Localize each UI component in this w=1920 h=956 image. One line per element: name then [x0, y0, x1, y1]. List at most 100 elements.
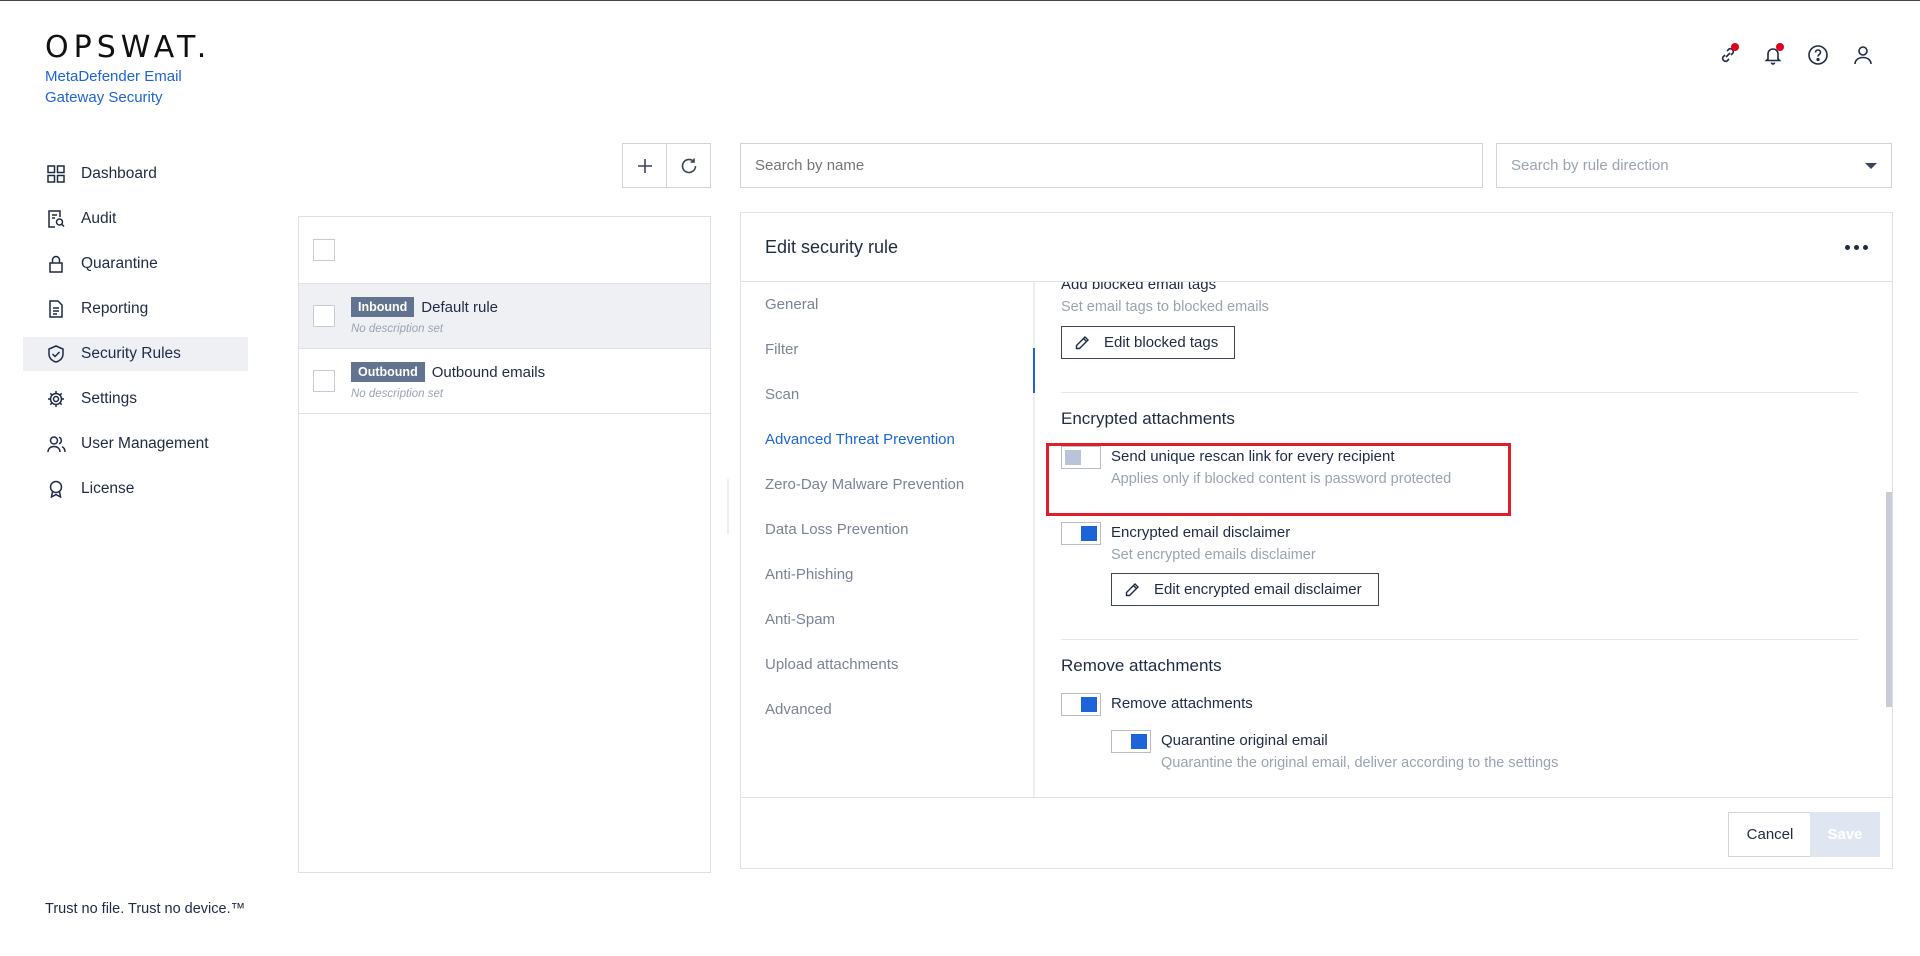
audit-icon [46, 209, 66, 229]
tab-anti-phishing[interactable]: Anti-Phishing [741, 552, 1033, 597]
sidebar-item-security-rules[interactable]: Security Rules [23, 337, 248, 371]
rescan-link-subtitle: Applies only if blocked content is passw… [1111, 471, 1452, 487]
select-all-checkbox[interactable] [313, 239, 335, 261]
encrypted-disclaimer-label: Encrypted email disclaimer [1111, 524, 1291, 541]
sidebar-item-quarantine[interactable]: Quarantine [23, 247, 248, 281]
plus-icon [637, 158, 652, 173]
rule-row[interactable]: Outbound Outbound emails No description … [299, 349, 710, 414]
footer-tagline: Trust no file. Trust no device.™ [45, 901, 246, 917]
sidebar-item-label: Audit [81, 210, 117, 227]
quarantine-original-subtitle: Quarantine the original email, deliver a… [1161, 755, 1559, 771]
tab-anti-spam[interactable]: Anti-Spam [741, 597, 1033, 642]
gear-icon [46, 389, 66, 409]
rule-name: Outbound emails [431, 363, 546, 381]
encrypted-disclaimer-subtitle: Set encrypted emails disclaimer [1111, 547, 1316, 563]
sidebar-item-label: Settings [81, 390, 138, 407]
sidebar-item-label: Quarantine [81, 255, 158, 272]
rule-list-header [299, 217, 710, 284]
rule-checkbox[interactable] [313, 370, 335, 392]
refresh-button[interactable] [666, 143, 711, 188]
shield-check-icon [46, 344, 66, 364]
add-rule-button[interactable] [622, 143, 667, 188]
rule-name: Default rule [421, 298, 499, 316]
rule-list: Inbound Default rule No description set … [298, 216, 711, 873]
sidebar-item-label: License [81, 480, 135, 497]
toggle-knob [1081, 526, 1097, 541]
rule-direction-placeholder: Search by rule direction [1511, 157, 1669, 174]
rule-checkbox[interactable] [313, 305, 335, 327]
tab-advanced-threat-prevention[interactable]: Advanced Threat Prevention [741, 417, 1033, 462]
award-icon [46, 479, 66, 499]
sidebar-item-reporting[interactable]: Reporting [23, 292, 248, 326]
tab-zero-day-malware-prevention[interactable]: Zero-Day Malware Prevention [741, 462, 1033, 507]
toggle-knob [1065, 450, 1081, 465]
bell-icon[interactable] [1759, 41, 1786, 68]
more-options-icon[interactable] [1845, 244, 1868, 250]
sidebar-item-license[interactable]: License [23, 472, 248, 506]
editor-header: Edit security rule [741, 213, 1892, 282]
cancel-button[interactable]: Cancel [1728, 812, 1812, 857]
editor-tabs: General Filter Scan Advanced Threat Prev… [741, 282, 1035, 797]
header-actions [1714, 41, 1876, 68]
edit-blocked-tags-button[interactable]: Edit blocked tags [1061, 326, 1236, 359]
tab-upload-attachments[interactable]: Upload attachments [741, 642, 1033, 687]
search-by-name-input[interactable] [740, 143, 1483, 188]
section-divider [1061, 392, 1858, 393]
tab-advanced[interactable]: Advanced [741, 687, 1033, 732]
edit-encrypted-disclaimer-button[interactable]: Edit encrypted email disclaimer [1111, 573, 1379, 606]
blocked-tags-title: Add blocked email tags [1061, 282, 1217, 293]
blocked-tags-subtitle: Set email tags to blocked emails [1061, 299, 1269, 315]
rescan-link-toggle[interactable] [1061, 446, 1101, 469]
direction-badge: Inbound [351, 297, 415, 317]
editor-title: Edit security rule [765, 236, 899, 257]
encrypted-attachments-title: Encrypted attachments [1061, 409, 1235, 428]
product-name-line2: Gateway Security [45, 89, 163, 106]
pencil-icon [1074, 335, 1090, 351]
panel-resize-handle[interactable] [727, 479, 729, 534]
report-icon [46, 299, 66, 319]
quarantine-original-label: Quarantine original email [1161, 732, 1328, 749]
opswat-logo: OPSWAT. [45, 30, 212, 65]
rule-list-toolbar [622, 143, 711, 188]
edit-encrypted-disclaimer-label: Edit encrypted email disclaimer [1154, 581, 1362, 598]
toggle-knob [1131, 734, 1147, 749]
rule-description: No description set [351, 388, 444, 400]
tab-data-loss-prevention[interactable]: Data Loss Prevention [741, 507, 1033, 552]
content-scrollbar[interactable] [1886, 282, 1894, 797]
direction-badge: Outbound [351, 362, 425, 382]
edit-blocked-tags-label: Edit blocked tags [1104, 334, 1219, 351]
scrollbar-thumb[interactable] [1886, 492, 1892, 707]
sidebar-item-settings[interactable]: Settings [23, 382, 248, 416]
remove-attachments-toggle[interactable] [1061, 693, 1101, 716]
quarantine-original-toggle[interactable] [1111, 730, 1151, 753]
remove-attachments-title: Remove attachments [1061, 656, 1222, 675]
sidebar-item-user-management[interactable]: User Management [23, 427, 248, 461]
sidebar-item-dashboard[interactable]: Dashboard [23, 157, 248, 191]
save-button[interactable]: Save [1810, 812, 1880, 857]
encrypted-disclaimer-toggle[interactable] [1061, 522, 1101, 545]
rule-description: No description set [351, 323, 444, 335]
sidebar-item-audit[interactable]: Audit [23, 202, 248, 236]
help-icon[interactable] [1804, 41, 1831, 68]
sidebar-item-label: Reporting [81, 300, 149, 317]
rescan-link-label: Send unique rescan link for every recipi… [1111, 448, 1395, 465]
link-alert-icon[interactable] [1714, 41, 1741, 68]
tab-filter[interactable]: Filter [741, 327, 1033, 372]
notification-dot [1776, 43, 1784, 51]
notification-dot [1731, 43, 1739, 51]
section-divider [1061, 639, 1858, 640]
dashboard-icon [46, 164, 66, 184]
remove-attachments-label: Remove attachments [1111, 695, 1253, 712]
rule-direction-select[interactable]: Search by rule direction [1496, 143, 1892, 188]
tab-general[interactable]: General [741, 282, 1033, 327]
tab-scan[interactable]: Scan [741, 372, 1033, 417]
edit-rule-panel: Edit security rule General Filter Scan A… [740, 212, 1893, 869]
product-name-line1: MetaDefender Email [45, 68, 182, 85]
rule-row[interactable]: Inbound Default rule No description set [299, 284, 710, 349]
toggle-knob [1081, 697, 1097, 712]
sidebar-item-label: Security Rules [81, 345, 181, 362]
lock-icon [46, 254, 66, 274]
user-icon[interactable] [1849, 41, 1876, 68]
sidebar-nav: Dashboard Audit Quarantine Reporting Sec… [23, 157, 248, 517]
pencil-icon [1124, 582, 1140, 598]
